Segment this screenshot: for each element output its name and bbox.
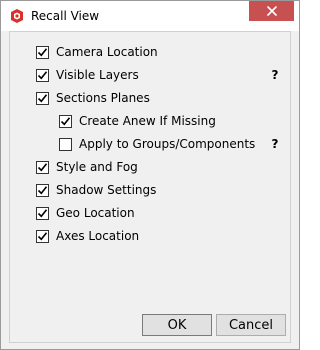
option-sections-planes[interactable]: Sections Planes: [36, 90, 150, 106]
option-label: Apply to Groups/Components: [79, 137, 256, 151]
checkbox-shadow-settings[interactable]: [36, 183, 49, 197]
option-style-and-fog[interactable]: Style and Fog: [36, 159, 138, 175]
checkbox-create-anew-if-missing[interactable]: [59, 114, 72, 128]
option-label: Style and Fog: [56, 160, 138, 174]
checkbox-style-and-fog[interactable]: [36, 160, 49, 174]
ok-button[interactable]: OK: [142, 314, 212, 336]
close-button[interactable]: [249, 1, 294, 21]
option-visible-layers[interactable]: Visible Layers: [36, 67, 139, 83]
option-label: Create Anew If Missing: [79, 114, 216, 128]
option-label: Camera Location: [56, 45, 158, 59]
window-title: Recall View: [31, 9, 100, 23]
checkbox-geo-location[interactable]: [36, 206, 49, 220]
checkbox-axes-location[interactable]: [36, 229, 49, 243]
help-icon-visible-layers[interactable]: ?: [270, 68, 280, 82]
option-label: Sections Planes: [56, 91, 150, 105]
options-panel: Camera Location Visible Layers ? Section…: [9, 31, 291, 343]
help-icon-apply-to-groups[interactable]: ?: [270, 137, 280, 151]
close-icon: [266, 5, 278, 17]
option-camera-location[interactable]: Camera Location: [36, 44, 158, 60]
option-geo-location[interactable]: Geo Location: [36, 205, 135, 221]
recall-view-dialog: Recall View Camera Location Visible Laye…: [0, 0, 300, 350]
sketchup-icon: [9, 8, 25, 24]
option-apply-to-groups-components[interactable]: Apply to Groups/Components: [59, 136, 255, 152]
title-bar[interactable]: Recall View: [1, 1, 299, 31]
option-label: Shadow Settings: [56, 183, 157, 197]
option-create-anew-if-missing[interactable]: Create Anew If Missing: [59, 113, 216, 129]
checkbox-visible-layers[interactable]: [36, 68, 49, 82]
cancel-button[interactable]: Cancel: [216, 314, 286, 336]
option-label: Axes Location: [56, 229, 140, 243]
option-shadow-settings[interactable]: Shadow Settings: [36, 182, 156, 198]
checkbox-camera-location[interactable]: [36, 45, 49, 59]
option-label: Visible Layers: [56, 68, 139, 82]
checkbox-apply-to-groups-components[interactable]: [59, 137, 72, 151]
option-axes-location[interactable]: Axes Location: [36, 228, 139, 244]
option-label: Geo Location: [56, 206, 135, 220]
checkbox-sections-planes[interactable]: [36, 91, 49, 105]
